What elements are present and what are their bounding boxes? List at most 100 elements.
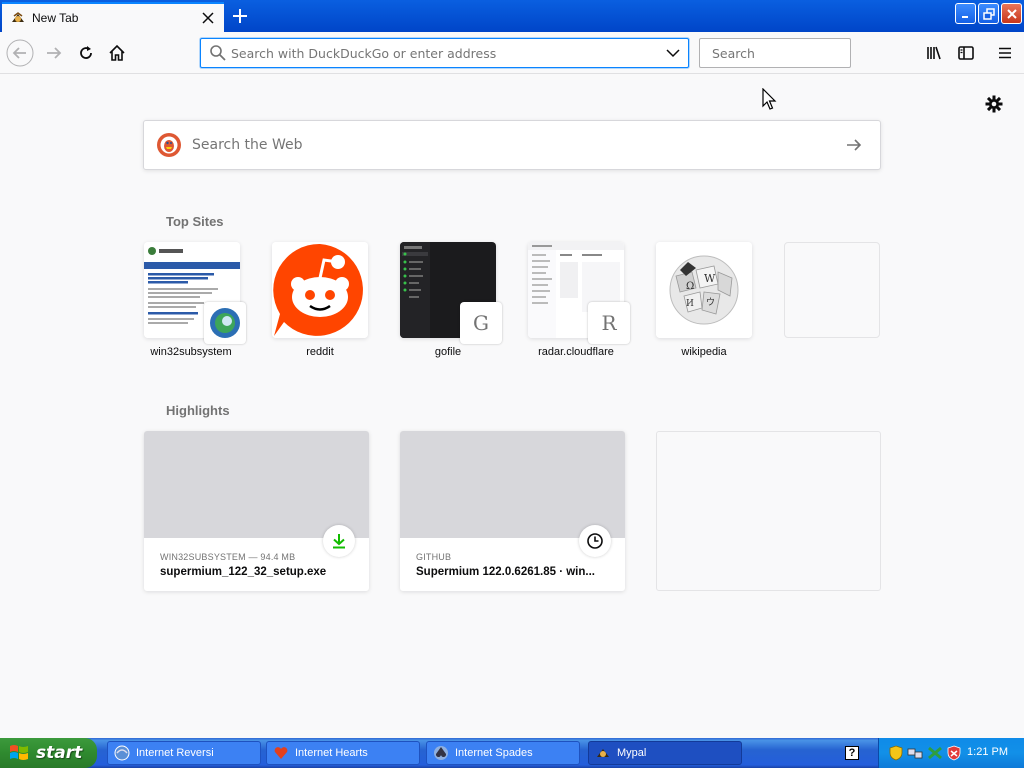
minimize-icon [961, 15, 968, 18]
spades-icon [434, 746, 448, 760]
site-favicon-badge: G [460, 302, 502, 344]
taskbar: start Internet Reversi Internet Hearts I… [0, 738, 1024, 768]
svg-text:ウ: ウ [706, 297, 715, 308]
arrow-right-icon [847, 139, 862, 151]
windows-security-alert-icon[interactable] [947, 745, 961, 761]
minimize-button[interactable] [955, 3, 976, 24]
card-context: GITHUB [416, 552, 452, 562]
security-shield-icon[interactable] [889, 745, 903, 761]
top-site-label[interactable]: wikipedia [644, 346, 764, 358]
web-search-box[interactable] [143, 120, 881, 170]
highlight-card[interactable]: GITHUB Supermium 122.0.6261.85 · win... [400, 431, 625, 591]
mypal-favicon-icon [12, 12, 24, 22]
card-title: supermium_122_32_setup.exe [160, 566, 327, 578]
restore-button[interactable] [978, 3, 999, 24]
site-logo [272, 242, 368, 338]
taskbar-item-label: Internet Spades [455, 747, 533, 759]
download-icon [323, 525, 355, 557]
top-site-tile-radar-cloudflare[interactable]: R [528, 242, 630, 344]
top-site-label[interactable]: radar.cloudflare [516, 346, 636, 358]
clock[interactable]: 1:21 PM [967, 746, 1008, 758]
forward-arrow-icon [47, 47, 62, 59]
chevron-down-icon[interactable] [666, 48, 680, 58]
url-input[interactable] [231, 45, 666, 61]
svg-text:И: И [686, 299, 694, 309]
reload-icon [80, 46, 92, 59]
site-favicon-badge: R [588, 302, 630, 344]
page-settings-button[interactable] [984, 94, 1004, 114]
card-preview [400, 431, 625, 538]
search-input[interactable] [712, 45, 868, 61]
search-bar[interactable] [699, 38, 868, 68]
home-button[interactable] [103, 39, 131, 67]
new-tab-button[interactable] [226, 2, 254, 30]
duckduckgo-logo-icon [157, 133, 181, 157]
library-button[interactable] [920, 39, 948, 67]
taskbar-item-label: Mypal [617, 747, 647, 759]
start-label: start [36, 743, 83, 763]
plus-icon [233, 9, 247, 23]
top-site-empty-slot[interactable] [784, 242, 880, 338]
svg-text:Ω: Ω [686, 281, 694, 292]
card-context: WIN32SUBSYSTEM — 94.4 MB [160, 552, 296, 562]
taskbar-item-label: Internet Hearts [295, 747, 368, 759]
reddit-logo-icon [272, 242, 368, 338]
mypal-icon [597, 749, 609, 757]
card-preview [144, 431, 369, 538]
top-site-tile-gofile[interactable]: G [400, 242, 502, 344]
hearts-icon [274, 747, 288, 759]
gear-icon [985, 95, 1003, 113]
title-bar: New Tab [0, 0, 1024, 32]
menu-button[interactable] [991, 39, 1019, 67]
top-site-label[interactable]: reddit [260, 346, 380, 358]
top-sites-heading: Top Sites [166, 214, 224, 229]
top-site-tile-wikipedia[interactable]: Ω W И ウ [656, 242, 752, 338]
library-icon [927, 46, 941, 60]
site-favicon-badge [204, 302, 246, 344]
taskbar-item-internet-reversi[interactable]: Internet Reversi [107, 741, 261, 765]
reversi-icon [114, 745, 130, 761]
wikipedia-globe-icon: Ω W И ウ [656, 242, 752, 338]
network-icon[interactable] [907, 745, 923, 761]
web-search-input[interactable] [192, 137, 834, 153]
antivirus-icon[interactable] [927, 745, 943, 761]
search-icon [210, 45, 226, 61]
back-arrow-icon [6, 39, 34, 67]
tab-new-tab[interactable]: New Tab [2, 2, 224, 32]
reload-button[interactable] [72, 39, 100, 67]
taskbar-item-label: Internet Reversi [136, 747, 214, 759]
highlight-empty-slot [656, 431, 881, 591]
tab-title: New Tab [32, 11, 79, 25]
close-icon [1006, 8, 1017, 19]
sidebar-icon [958, 46, 974, 60]
close-window-button[interactable] [1001, 3, 1022, 24]
start-button[interactable]: start [0, 738, 97, 768]
supermium-logo-icon [210, 308, 240, 338]
back-button[interactable] [6, 39, 34, 67]
home-icon [109, 44, 125, 61]
taskbar-item-internet-spades[interactable]: Internet Spades [426, 741, 580, 765]
close-tab-icon[interactable] [196, 6, 220, 30]
taskbar-item-mypal[interactable]: Mypal [588, 741, 742, 765]
mouse-cursor [762, 87, 778, 115]
url-bar[interactable] [200, 38, 689, 68]
forward-button[interactable] [40, 39, 68, 67]
svg-text:W: W [704, 272, 716, 285]
top-site-label[interactable]: gofile [388, 346, 508, 358]
sidebar-toggle-button[interactable] [952, 39, 980, 67]
top-site-tile-reddit[interactable] [272, 242, 368, 338]
help-icon[interactable]: ? [845, 746, 859, 760]
restore-icon [982, 7, 995, 20]
top-site-label[interactable]: win32subsystem [131, 346, 251, 358]
highlight-card[interactable]: WIN32SUBSYSTEM — 94.4 MB supermium_122_3… [144, 431, 369, 591]
top-site-tile-win32subsystem[interactable] [144, 242, 246, 344]
navigation-toolbar [0, 32, 1024, 74]
site-logo: Ω W И ウ [656, 242, 752, 338]
card-title: Supermium 122.0.6261.85 · win... [416, 566, 595, 578]
windows-logo-icon [10, 745, 28, 760]
clock-icon [579, 525, 611, 557]
highlights-heading: Highlights [166, 403, 230, 418]
web-search-submit-button[interactable] [834, 125, 874, 165]
taskbar-item-internet-hearts[interactable]: Internet Hearts [266, 741, 420, 765]
hamburger-menu-icon [999, 47, 1011, 59]
